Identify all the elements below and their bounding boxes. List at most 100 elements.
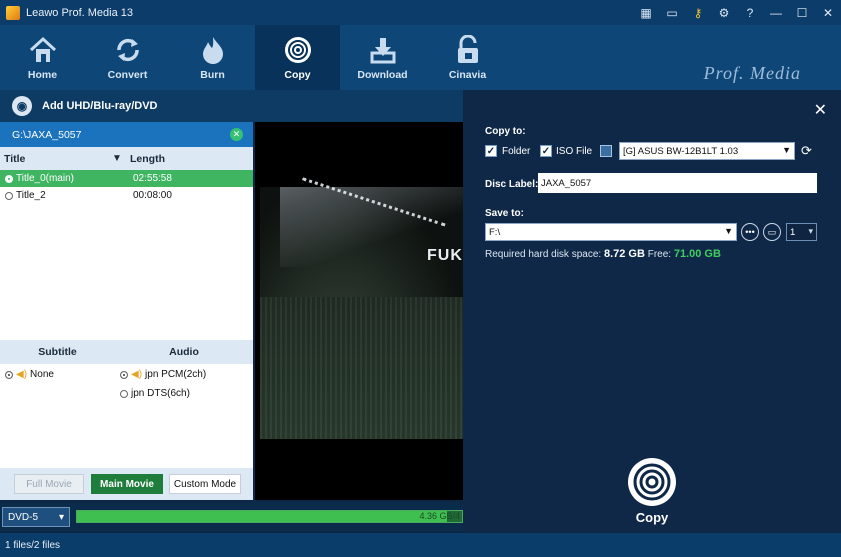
disc-copy-icon xyxy=(283,34,313,66)
title-length: 00:08:00 xyxy=(133,190,172,201)
minimize-button[interactable]: — xyxy=(763,0,789,25)
speaker-icon: ◀) xyxy=(16,369,28,380)
title-table-header: Title ▼ Length xyxy=(0,147,253,170)
message-icon[interactable]: ▭ xyxy=(659,0,685,25)
disc-capacity-bar: 4.36 GB/4 xyxy=(76,510,463,523)
title-name: Title_0(main) xyxy=(16,173,74,184)
free-space-value: 71.00 GB xyxy=(673,248,721,260)
full-movie-button[interactable]: Full Movie xyxy=(14,474,84,494)
title-length: 02:55:58 xyxy=(133,173,172,184)
audio-option[interactable]: jpn DTS(6ch) xyxy=(115,385,253,402)
maximize-button[interactable]: ☐ xyxy=(789,0,815,25)
toolbox-icon[interactable]: ▦ xyxy=(633,0,659,25)
start-copy-button[interactable] xyxy=(628,458,676,506)
output-format-select[interactable]: DVD-5 ▾ xyxy=(2,507,70,527)
disc-label-input[interactable]: JAXA_5057 xyxy=(538,173,817,193)
iso-checkbox[interactable]: ✓ xyxy=(540,145,552,157)
tab-download-label: Download xyxy=(357,69,408,81)
help-icon[interactable]: ? xyxy=(737,0,763,25)
column-title: Title xyxy=(4,152,26,165)
main-toolbar: Home Convert Burn Copy Download Cinavia … xyxy=(0,25,841,90)
app-logo-icon xyxy=(6,5,20,20)
stadium-video-frame xyxy=(260,177,463,439)
tab-cinavia-label: Cinavia xyxy=(448,69,487,81)
close-panel-icon[interactable]: ✕ xyxy=(814,100,827,120)
free-space-label: Free: xyxy=(647,249,672,260)
audio-value: jpn DTS(6ch) xyxy=(131,388,190,399)
browse-more-icon[interactable]: ••• xyxy=(741,223,759,241)
sort-chevron-icon[interactable]: ▼ xyxy=(112,153,122,164)
window-controls: ▦ ▭ ⚷ ⚙ ? — ☐ ✕ xyxy=(633,0,841,25)
add-disc-icon: ◉ xyxy=(12,96,32,116)
column-length: Length xyxy=(130,152,165,165)
main-movie-button[interactable]: Main Movie xyxy=(91,474,163,494)
subtitle-audio-header: Subtitle Audio xyxy=(0,340,253,364)
disc-label-label: Disc Label: xyxy=(485,179,539,190)
home-icon xyxy=(28,34,58,66)
disc-copy-icon xyxy=(633,463,671,501)
tab-download[interactable]: Download xyxy=(340,25,425,90)
disc-capacity-text: 4.36 GB/4 xyxy=(419,511,460,521)
folder-checkbox[interactable]: ✓ xyxy=(485,145,497,157)
copy-settings-panel: ✕ Copy to: ✓ Folder ✓ ISO File [G] ASUS … xyxy=(463,90,841,533)
flame-icon xyxy=(199,34,227,66)
tab-home-label: Home xyxy=(27,69,58,81)
title-radio[interactable] xyxy=(5,174,13,183)
add-disc-button[interactable]: ◉ Add UHD/Blu-ray/DVD xyxy=(0,90,463,122)
audio-radio[interactable] xyxy=(120,370,128,379)
app-window: Leawo Prof. Media 13 ▦ ▭ ⚷ ⚙ ? — ☐ ✕ Hom… xyxy=(0,0,841,557)
copies-select[interactable]: 1 ▾ xyxy=(786,223,817,241)
title-row[interactable]: Title_2 00:08:00 xyxy=(0,187,253,204)
tab-burn-label: Burn xyxy=(200,69,225,81)
chevron-down-icon: ▼ xyxy=(782,145,791,155)
tab-convert-label: Convert xyxy=(107,69,148,81)
custom-mode-button[interactable]: Custom Mode xyxy=(169,474,241,494)
disc-capacity-fill xyxy=(77,511,447,522)
drive-value: [G] ASUS BW-12B1LT 1.03 xyxy=(623,145,739,157)
key-icon[interactable]: ⚷ xyxy=(685,0,711,25)
save-to-select[interactable]: F:\ ▼ xyxy=(485,223,737,241)
audio-radio[interactable] xyxy=(120,389,128,398)
title-row[interactable]: Title_0(main) 02:55:58 xyxy=(0,170,253,187)
tab-home[interactable]: Home xyxy=(0,25,85,90)
subtitle-value: None xyxy=(30,369,54,380)
required-space-value: 8.72 GB xyxy=(603,248,645,260)
speaker-icon: ◀) xyxy=(131,369,143,380)
save-to-value: F:\ xyxy=(489,226,501,238)
audio-option[interactable]: ◀) jpn PCM(2ch) xyxy=(115,366,253,383)
drive-select[interactable]: [G] ASUS BW-12B1LT 1.03 ▼ xyxy=(619,142,795,160)
start-copy-label[interactable]: Copy xyxy=(623,510,681,525)
audio-value: jpn PCM(2ch) xyxy=(145,369,207,380)
subtitle-radio[interactable] xyxy=(5,370,13,379)
close-window-button[interactable]: ✕ xyxy=(815,0,841,25)
copies-value: 1 xyxy=(790,226,796,238)
add-disc-label: Add UHD/Blu-ray/DVD xyxy=(42,100,158,112)
iso-label: ISO File xyxy=(556,146,593,157)
status-footer: 1 files/2 files xyxy=(0,533,841,557)
convert-icon xyxy=(113,34,143,66)
title-radio[interactable] xyxy=(5,191,13,200)
open-folder-icon[interactable]: ▭ xyxy=(763,223,781,241)
tab-copy[interactable]: Copy xyxy=(255,25,340,90)
settings-gear-icon[interactable]: ⚙ xyxy=(711,0,737,25)
tab-burn[interactable]: Burn xyxy=(170,25,255,90)
folder-label: Folder xyxy=(502,146,531,157)
remove-source-icon[interactable]: ✕ xyxy=(230,128,243,141)
refresh-icon[interactable]: ⟳ xyxy=(801,143,812,159)
tab-convert[interactable]: Convert xyxy=(85,25,170,90)
subtitle-list: ◀) None xyxy=(0,364,115,468)
brand-logo: Prof. Media xyxy=(703,63,801,83)
source-path: G:\JAXA_5057 xyxy=(12,128,82,141)
subtitle-option[interactable]: ◀) None xyxy=(0,366,115,383)
source-panel: G:\JAXA_5057 ✕ Title ▼ Length Title_0(ma… xyxy=(0,122,253,500)
output-format-value: DVD-5 xyxy=(8,511,39,523)
chevron-down-icon: ▼ xyxy=(724,226,733,236)
unlock-icon xyxy=(454,34,482,66)
video-preview: FUKU xyxy=(255,122,463,500)
drive-checkbox[interactable] xyxy=(600,145,612,157)
window-title: Leawo Prof. Media 13 xyxy=(26,6,134,19)
tab-cinavia[interactable]: Cinavia xyxy=(425,25,510,90)
audio-list: ◀) jpn PCM(2ch) jpn DTS(6ch) xyxy=(115,364,253,468)
audio-header: Audio xyxy=(169,346,199,358)
disk-space-info: Required hard disk space: 8.72 GB Free: … xyxy=(485,248,721,260)
